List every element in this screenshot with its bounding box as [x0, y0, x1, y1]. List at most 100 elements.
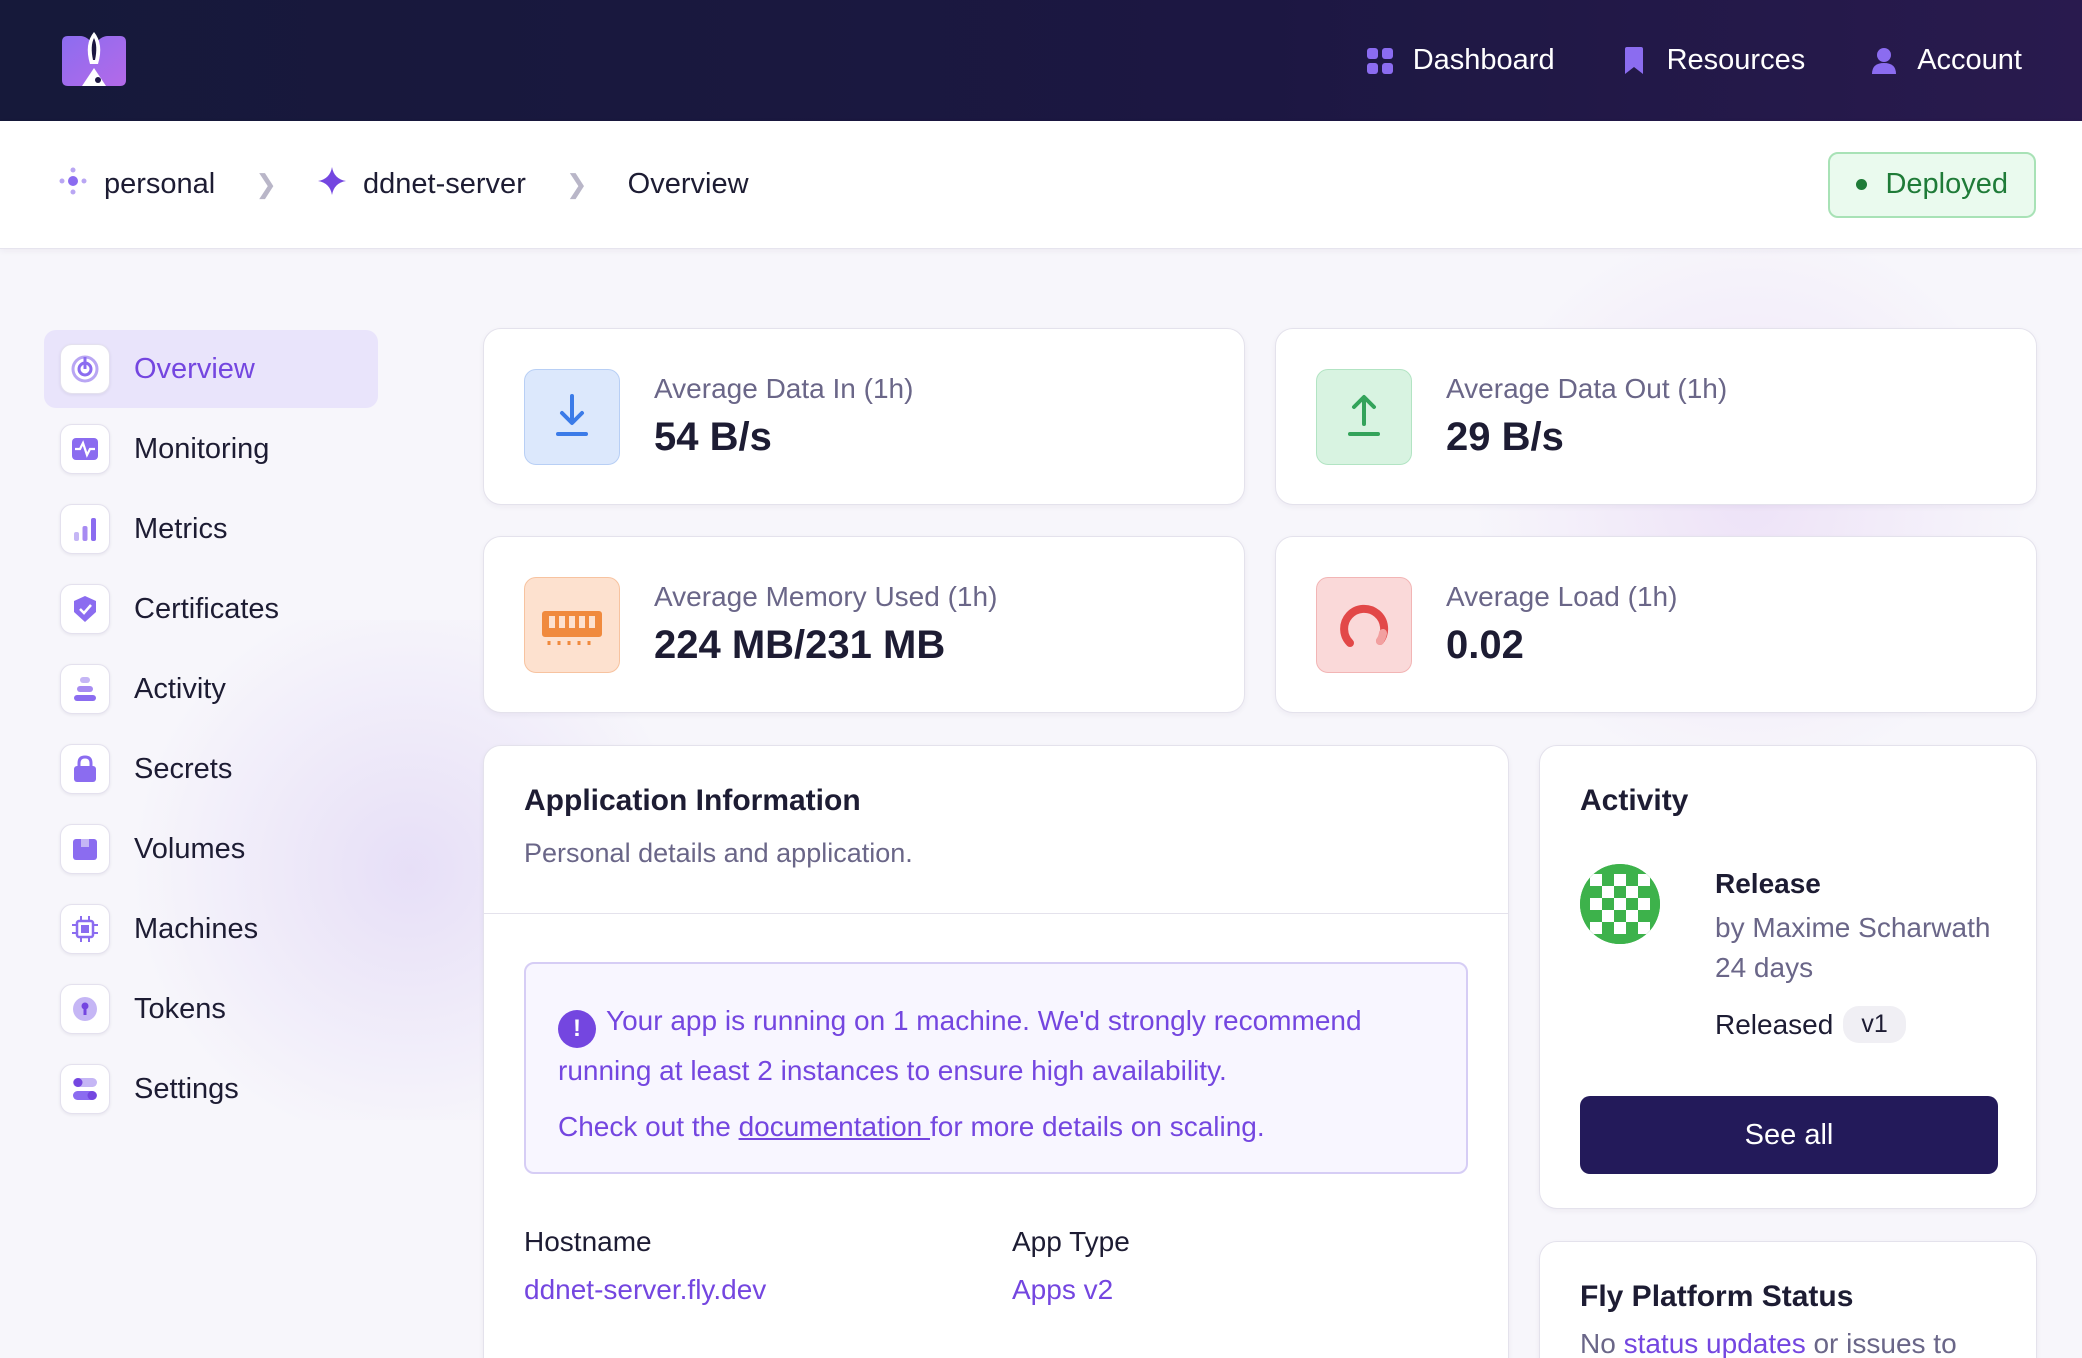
breadcrumb-bar: personal ❯ ddnet-server ❯ Overview Deplo… [0, 121, 2082, 249]
certificate-icon [60, 584, 110, 634]
version-badge: v1 [1843, 1006, 1906, 1043]
activity-title: Activity [1580, 784, 1689, 817]
status-pre: No [1580, 1328, 1624, 1358]
sidebar-item-overview[interactable]: Overview [44, 330, 378, 408]
org-icon [58, 166, 88, 204]
sidebar-item-monitoring[interactable]: Monitoring [44, 410, 378, 488]
exclamation-icon: ! [558, 1010, 596, 1048]
notice-post: for more details on scaling. [930, 1111, 1265, 1142]
sidebar-item-certificates[interactable]: Certificates [44, 570, 378, 648]
hostname-link[interactable]: ddnet-server.fly.dev [524, 1274, 766, 1306]
notice-message: ! Your app is running on 1 machine. We'd … [558, 998, 1434, 1094]
platform-status-card: Fly Platform Status No status updates or… [1539, 1241, 2037, 1358]
documentation-link[interactable]: documentation [739, 1111, 930, 1142]
stat-value: 54 B/s [654, 415, 772, 459]
bookmark-icon [1619, 46, 1649, 76]
user-icon [1869, 46, 1899, 76]
sidebar-item-label: Monitoring [134, 432, 270, 465]
activity-card: Activity Release by Maxime Scharwath 24 … [1539, 745, 2037, 1209]
release-author: by Maxime Scharwath 24 days [1715, 912, 1991, 983]
sidebar-item-label: Volumes [134, 832, 246, 865]
stat-card-data-out: Average Data Out (1h) 29 B/s [1275, 328, 2037, 505]
released-label: Released [1715, 1008, 1834, 1040]
sidebar-item-label: Metrics [134, 512, 228, 545]
sidebar-item-secrets[interactable]: Secrets [44, 730, 378, 808]
platform-status-text: No status updates or issues to [1580, 1328, 1957, 1358]
lock-icon [60, 744, 110, 794]
overview-icon [60, 344, 110, 394]
upload-icon [1316, 368, 1412, 465]
bar-chart-icon [60, 504, 110, 554]
fly-logo[interactable] [58, 30, 130, 92]
status-post: or issues to [1805, 1328, 1957, 1358]
breadcrumb-org[interactable]: personal [58, 166, 215, 204]
status-dot [1856, 179, 1868, 190]
sidebar-item-settings[interactable]: Settings [44, 1050, 378, 1128]
notice-docs-line: Check out the documentation for more det… [558, 1104, 1434, 1150]
avatar [1580, 864, 1660, 944]
sidebar-item-label: Activity [134, 672, 226, 705]
chevron-right-icon: ❯ [565, 169, 588, 199]
stat-label: Average Data In (1h) [654, 373, 914, 404]
volume-icon [60, 824, 110, 874]
sidebar-item-machines[interactable]: Machines [44, 890, 378, 968]
nav-dashboard-label: Dashboard [1412, 44, 1555, 76]
notice-line: Your app is running on 1 machine. We'd s… [558, 1005, 1362, 1086]
sidebar-item-metrics[interactable]: Metrics [44, 490, 378, 568]
token-icon [60, 984, 110, 1034]
status-updates-link[interactable]: status updates [1624, 1328, 1806, 1358]
release-status: Released v1 [1715, 1006, 1906, 1043]
stat-card-memory: Average Memory Used (1h) 224 MB/231 MB [483, 536, 1245, 713]
load-gauge-icon [1316, 576, 1412, 673]
sidebar-item-label: Machines [134, 912, 259, 945]
breadcrumb-page[interactable]: Overview [628, 168, 749, 201]
nav-dashboard[interactable]: Dashboard [1365, 44, 1555, 77]
app-type-link[interactable]: Apps v2 [1012, 1274, 1113, 1306]
sidebar-item-tokens[interactable]: Tokens [44, 970, 378, 1048]
breadcrumb-org-label: personal [104, 168, 216, 200]
app-info-header: Application Information Personal details… [484, 746, 1508, 914]
breadcrumb-app[interactable]: ddnet-server [317, 166, 526, 204]
sidebar-item-activity[interactable]: Activity [44, 650, 378, 728]
hostname-label: Hostname [524, 1226, 652, 1257]
notice-pre: Check out the [558, 1111, 739, 1142]
app-info-title: Application Information [524, 784, 861, 817]
stat-label: Average Data Out (1h) [1446, 373, 1728, 404]
sidebar-item-volumes[interactable]: Volumes [44, 810, 378, 888]
app-info-card: Application Information Personal details… [483, 745, 1509, 1358]
nav-account-label: Account [1917, 44, 2022, 76]
app-info-subtitle: Personal details and application. [524, 838, 913, 868]
app-type-label: App Type [1012, 1226, 1130, 1257]
sidebar-item-label: Secrets [134, 752, 233, 785]
stack-icon [60, 664, 110, 714]
nav-account[interactable]: Account [1869, 44, 2022, 77]
sparkle-icon [317, 166, 347, 204]
see-all-button[interactable]: See all [1580, 1096, 1998, 1174]
breadcrumb: personal ❯ ddnet-server ❯ Overview [58, 166, 749, 204]
top-navbar: Dashboard Resources Account [0, 0, 2082, 121]
stat-label: Average Load (1h) [1446, 581, 1678, 612]
stat-value: 224 MB/231 MB [654, 623, 946, 667]
sidebar-item-label: Certificates [134, 592, 280, 625]
memory-icon [524, 576, 620, 673]
chip-icon [60, 904, 110, 954]
status-badge-label: Deployed [1885, 168, 2008, 200]
main-nav: Dashboard Resources Account [1365, 44, 2022, 77]
pulse-icon [60, 424, 110, 474]
breadcrumb-app-label: ddnet-server [363, 168, 526, 200]
grid-icon [1365, 46, 1395, 76]
sidebar-item-label: Overview [134, 352, 255, 385]
stat-label: Average Memory Used (1h) [654, 581, 998, 612]
status-badge: Deployed [1828, 151, 2036, 218]
stat-value: 0.02 [1446, 623, 1524, 667]
breadcrumb-page-label: Overview [627, 168, 749, 200]
stat-card-load: Average Load (1h) 0.02 [1275, 536, 2037, 713]
nav-resources[interactable]: Resources [1619, 44, 1806, 77]
sidebar-item-label: Settings [134, 1072, 239, 1105]
nav-resources-label: Resources [1666, 44, 1806, 76]
platform-status-title: Fly Platform Status [1580, 1280, 1854, 1313]
toggle-icon [60, 1064, 110, 1114]
stat-value: 29 B/s [1446, 415, 1564, 459]
sidebar: Overview Monitoring Metrics Certificates… [44, 330, 378, 1130]
stat-card-data-in: Average Data In (1h) 54 B/s [483, 328, 1245, 505]
